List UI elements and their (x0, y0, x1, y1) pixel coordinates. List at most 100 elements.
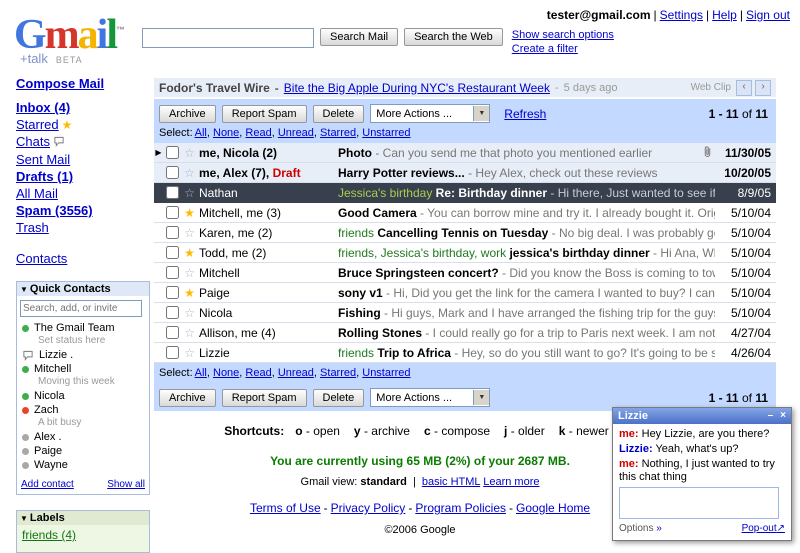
snippet-text: - Hi there, Just wanted to see if you (547, 186, 715, 200)
sidebar-link-inbox-4[interactable]: Inbox (4) (16, 100, 70, 115)
terms-of-use-link[interactable]: Terms of Use (250, 501, 321, 515)
select-unread-link[interactable]: Unread (278, 367, 314, 379)
close-icon[interactable]: × (780, 411, 786, 421)
program-policies-link[interactable]: Program Policies (415, 501, 506, 515)
search-web-button[interactable]: Search the Web (404, 28, 503, 46)
create-filter-link[interactable]: Create a filter (512, 42, 614, 56)
privacy-policy-link[interactable]: Privacy Policy (331, 501, 406, 515)
sidebar-link-starred[interactable]: Starred (16, 117, 59, 132)
delete-button[interactable]: Delete (313, 105, 365, 123)
sidebar-link-spam-3556[interactable]: Spam (3556) (16, 203, 93, 218)
star-empty-icon[interactable]: ☆ (182, 326, 197, 340)
settings-link[interactable]: Settings (660, 8, 703, 22)
star-empty-icon[interactable]: ☆ (182, 186, 197, 200)
basic-html-link[interactable]: basic HTML (422, 476, 480, 488)
minimize-icon[interactable]: – (768, 411, 774, 421)
webclip-headline-link[interactable]: Bite the Big Apple During NYC's Restaura… (284, 81, 550, 95)
mail-row[interactable]: ☆NathanJessica's birthday Re: Birthday d… (154, 183, 776, 203)
sign-out-link[interactable]: Sign out (746, 8, 790, 22)
row-checkbox[interactable] (166, 226, 179, 239)
row-checkbox[interactable] (166, 206, 179, 219)
date-cell: 5/10/04 (715, 286, 776, 300)
row-checkbox[interactable] (166, 166, 179, 179)
contact-search-input[interactable] (20, 300, 142, 317)
row-checkbox[interactable] (166, 186, 179, 199)
row-checkbox[interactable] (166, 146, 179, 159)
star-empty-icon[interactable]: ☆ (182, 166, 197, 180)
mail-row[interactable]: ★Todd, me (2)friends, Jessica's birthday… (154, 243, 776, 263)
select-all-link[interactable]: All (195, 367, 207, 379)
add-contact-link[interactable]: Add contact (21, 479, 74, 490)
row-checkbox[interactable] (166, 306, 179, 319)
row-checkbox[interactable] (166, 266, 179, 279)
search-mail-button[interactable]: Search Mail (320, 28, 398, 46)
report-spam-button[interactable]: Report Spam (222, 389, 307, 407)
star-empty-icon[interactable]: ☆ (182, 266, 197, 280)
row-checkbox[interactable] (166, 346, 179, 359)
refresh-link[interactable]: Refresh (504, 107, 546, 121)
mail-row[interactable]: ★Paigesony v1 - Hi, Did you get the link… (154, 283, 776, 303)
select-unstarred-link[interactable]: Unstarred (362, 127, 410, 139)
star-filled-icon[interactable]: ★ (182, 206, 197, 220)
archive-button[interactable]: Archive (159, 105, 216, 123)
mail-row[interactable]: ☆Lizziefriends Trip to Africa - Hey, so … (154, 343, 776, 363)
google-home-link[interactable]: Google Home (516, 501, 590, 515)
mail-row[interactable]: ☆NicolaFishing - Hi guys, Mark and I hav… (154, 303, 776, 323)
webclip-next-button[interactable]: › (755, 80, 771, 96)
webclip-prev-button[interactable]: ‹ (736, 80, 752, 96)
star-empty-icon[interactable]: ☆ (182, 306, 197, 320)
star-empty-icon[interactable]: ☆ (182, 226, 197, 240)
select-none-link[interactable]: None (213, 127, 239, 139)
contact-row[interactable]: Lizzie . (17, 348, 149, 362)
sidebar-link-trash[interactable]: Trash (16, 220, 49, 235)
archive-button[interactable]: Archive (159, 389, 216, 407)
star-filled-icon[interactable]: ★ (182, 246, 197, 260)
select-read-link[interactable]: Read (245, 127, 271, 139)
chat-options-link[interactable]: Options » (619, 523, 662, 534)
row-checkbox[interactable] (166, 286, 179, 299)
row-checkbox[interactable] (166, 326, 179, 339)
sidebar-link-sent-mail[interactable]: Sent Mail (16, 152, 70, 167)
chat-titlebar[interactable]: Lizzie – × (613, 408, 791, 424)
star-empty-icon[interactable]: ☆ (182, 146, 197, 160)
top-toolbar: Archive Report Spam Delete More Actions … (154, 99, 776, 127)
contact-row[interactable]: The Gmail Team (17, 321, 149, 335)
chat-popout-link[interactable]: Pop-out↗ (742, 523, 785, 534)
select-all-link[interactable]: All (195, 127, 207, 139)
more-actions-dropdown[interactable]: More Actions ...▼ (370, 388, 490, 407)
more-actions-dropdown[interactable]: More Actions ...▼ (370, 104, 490, 123)
quick-contacts-header[interactable]: ▼Quick Contacts (17, 282, 149, 296)
report-spam-button[interactable]: Report Spam (222, 105, 307, 123)
select-unstarred-link[interactable]: Unstarred (362, 367, 410, 379)
star-icon: ★ (62, 118, 73, 132)
show-search-options-link[interactable]: Show search options (512, 28, 614, 42)
select-none-link[interactable]: None (213, 367, 239, 379)
select-read-link[interactable]: Read (245, 367, 271, 379)
select-starred-link[interactable]: Starred (320, 127, 356, 139)
contacts-link[interactable]: Contacts (16, 251, 67, 266)
mail-row[interactable]: ▶☆me, Nicola (2)Photo - Can you send me … (154, 143, 776, 163)
search-input[interactable] (142, 28, 314, 48)
contact-row[interactable]: Mitchell (17, 362, 149, 376)
mail-row[interactable]: ☆MitchellBruce Springsteen concert? - Di… (154, 263, 776, 283)
mail-row[interactable]: ☆Allison, me (4)Rolling Stones - I could… (154, 323, 776, 343)
chat-input[interactable] (619, 487, 779, 519)
sidebar-link-all-mail[interactable]: All Mail (16, 186, 58, 201)
delete-button[interactable]: Delete (313, 389, 365, 407)
select-unread-link[interactable]: Unread (278, 127, 314, 139)
contact-row[interactable]: Zach (17, 403, 149, 417)
contact-row[interactable]: Nicola (17, 389, 149, 403)
sidebar-link-chats[interactable]: Chats (16, 134, 50, 149)
help-link[interactable]: Help (712, 8, 737, 22)
compose-mail-link[interactable]: Compose Mail (16, 76, 104, 91)
select-starred-link[interactable]: Starred (320, 367, 356, 379)
label-friends-4-link[interactable]: friends (4) (22, 528, 76, 542)
star-filled-icon[interactable]: ★ (182, 286, 197, 300)
mail-row[interactable]: ☆Karen, me (2)friends Cancelling Tennis … (154, 223, 776, 243)
sidebar-link-drafts-1[interactable]: Drafts (1) (16, 169, 73, 184)
star-empty-icon[interactable]: ☆ (182, 346, 197, 360)
mail-row[interactable]: ☆me, Alex (7), DraftHarry Potter reviews… (154, 163, 776, 183)
mail-row[interactable]: ★Mitchell, me (3)Good Camera - You can b… (154, 203, 776, 223)
row-checkbox[interactable] (166, 246, 179, 259)
learn-more-link[interactable]: Learn more (483, 476, 539, 488)
